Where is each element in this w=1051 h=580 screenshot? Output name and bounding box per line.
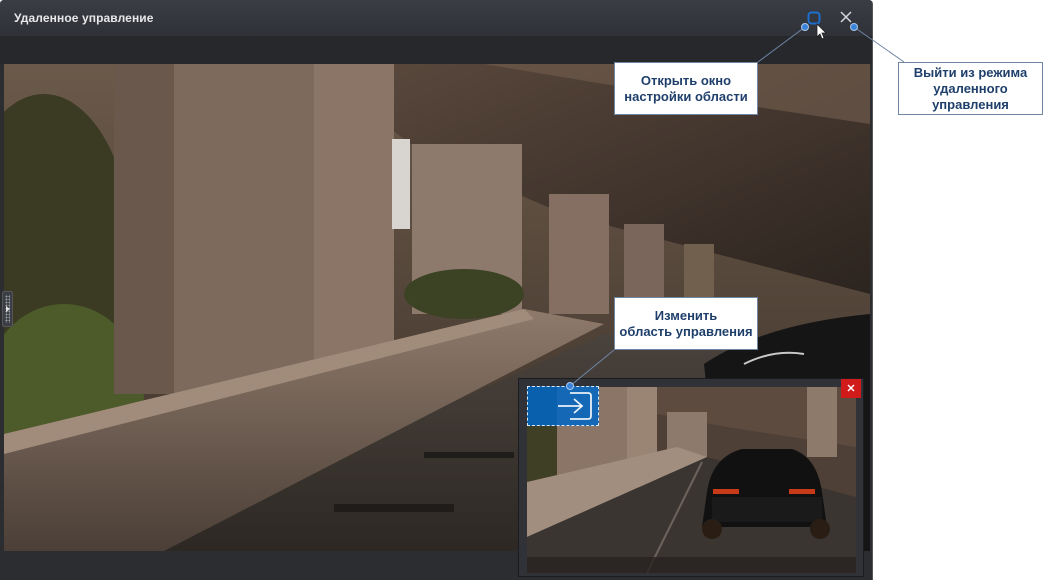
exit-remote-button[interactable] xyxy=(838,9,854,25)
close-icon xyxy=(840,11,852,23)
callout-change-region: Изменить область управления xyxy=(614,297,758,350)
enter-arrow-icon xyxy=(558,392,592,420)
callout-change-region-text: Изменить область управления xyxy=(619,307,753,339)
side-panel-toggle[interactable] xyxy=(2,291,13,327)
callout-exit-remote-text: Выйти из режима удаленного управления xyxy=(913,64,1028,112)
control-region-selector[interactable] xyxy=(527,386,599,426)
page: Удаленное управление Открыть окно настро… xyxy=(0,0,1051,580)
overview-close-button[interactable] xyxy=(841,379,861,398)
close-icon xyxy=(847,384,855,392)
toolbar-strip xyxy=(0,36,872,64)
callout-region-settings-text: Открыть окно настройки области xyxy=(624,72,748,104)
region-settings-icon xyxy=(807,11,821,25)
region-settings-button[interactable] xyxy=(806,10,822,26)
expand-arrow-icon xyxy=(6,306,10,312)
title-bar: Удаленное управление xyxy=(0,0,872,37)
callout-exit-remote: Выйти из режима удаленного управления xyxy=(898,62,1043,115)
window-title: Удаленное управление xyxy=(14,11,154,25)
callout-region-settings: Открыть окно настройки области xyxy=(614,62,758,115)
